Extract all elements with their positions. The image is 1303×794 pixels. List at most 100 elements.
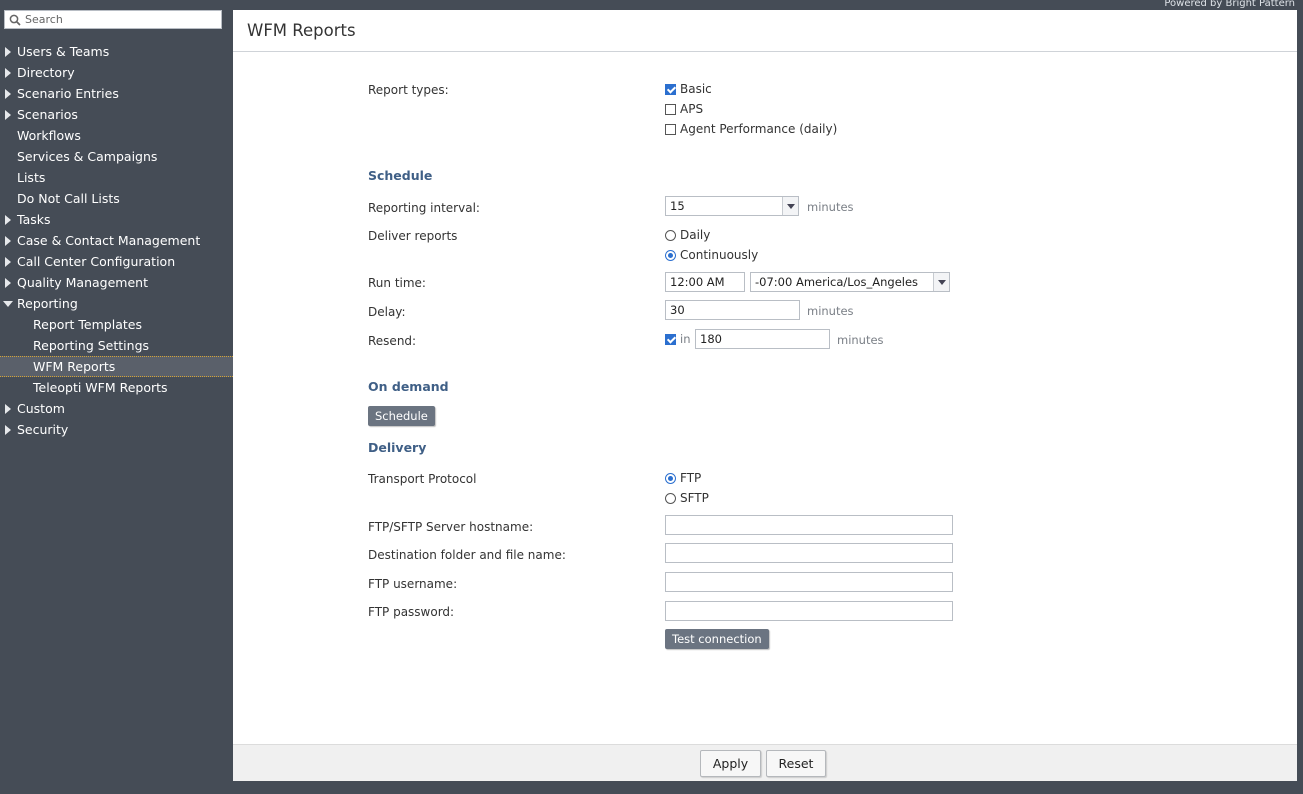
delay-input[interactable]: 30	[665, 300, 800, 320]
sidebar-item-label: Case & Contact Management	[17, 233, 201, 248]
sidebar-item-lists[interactable]: Lists	[0, 167, 233, 188]
ftp-username-label: FTP username:	[368, 577, 458, 591]
report-type-agent-performance[interactable]: Agent Performance (daily)	[665, 122, 837, 136]
daily-radio[interactable]	[665, 229, 676, 241]
page-title: WFM Reports	[233, 10, 1297, 52]
schedule-button[interactable]: Schedule	[368, 406, 435, 426]
transport-protocol-label: Transport Protocol	[368, 472, 477, 486]
sidebar-item-label: Quality Management	[17, 275, 148, 290]
sidebar-item-wfm-reports[interactable]: WFM Reports	[0, 356, 233, 377]
sftp-label: SFTP	[680, 491, 709, 505]
hostname-label: FTP/SFTP Server hostname:	[368, 520, 534, 534]
reporting-interval-value: 15	[670, 199, 685, 213]
ftp-password-label: FTP password:	[368, 605, 455, 619]
sidebar: Users & Teams Directory Scenario Entries…	[0, 0, 233, 794]
ftp-username-input[interactable]	[665, 572, 953, 592]
expand-arrow-icon	[5, 68, 11, 78]
resend-in-label: in	[680, 332, 691, 346]
resend-input[interactable]: 180	[695, 329, 830, 349]
sidebar-item-do-not-call-lists[interactable]: Do Not Call Lists	[0, 188, 233, 209]
delay-label: Delay:	[368, 305, 406, 319]
on-demand-heading: On demand	[368, 379, 449, 394]
reporting-interval-select[interactable]: 15	[665, 196, 799, 216]
footer-bar: Apply Reset	[233, 744, 1297, 781]
schedule-heading: Schedule	[368, 168, 433, 183]
basic-checkbox[interactable]	[665, 83, 676, 95]
sidebar-item-label: Users & Teams	[17, 44, 110, 59]
expand-arrow-icon	[5, 236, 11, 246]
expand-arrow-icon	[5, 404, 11, 414]
apply-button[interactable]: Apply	[700, 750, 761, 777]
timezone-select[interactable]: -07:00 America/Los_Angeles	[750, 272, 950, 292]
sidebar-item-tasks[interactable]: Tasks	[0, 209, 233, 230]
reporting-interval-label: Reporting interval:	[368, 201, 480, 215]
sidebar-item-custom[interactable]: Custom	[0, 398, 233, 419]
aps-label: APS	[680, 102, 704, 116]
protocol-ftp-option[interactable]: FTP	[665, 471, 701, 485]
sidebar-item-teleopti-wfm-reports[interactable]: Teleopti WFM Reports	[0, 377, 233, 398]
search-input[interactable]	[21, 11, 221, 28]
ftp-password-input[interactable]	[665, 601, 953, 621]
daily-label: Daily	[680, 228, 711, 242]
expand-arrow-icon	[5, 425, 11, 435]
sidebar-item-label: Directory	[17, 65, 75, 80]
sidebar-item-label: Teleopti WFM Reports	[33, 380, 168, 395]
sidebar-item-label: Scenario Entries	[17, 86, 119, 101]
report-type-basic[interactable]: Basic	[665, 82, 712, 96]
run-time-input[interactable]: 12:00 AM	[665, 272, 745, 292]
timezone-value: -07:00 America/Los_Angeles	[755, 275, 919, 289]
sidebar-item-services-campaigns[interactable]: Services & Campaigns	[0, 146, 233, 167]
search-box[interactable]	[4, 10, 222, 29]
expand-arrow-icon	[5, 278, 11, 288]
delay-unit: minutes	[807, 304, 854, 318]
sftp-radio[interactable]	[665, 492, 676, 504]
deliver-continuously-option[interactable]: Continuously	[665, 248, 758, 262]
protocol-sftp-option[interactable]: SFTP	[665, 491, 709, 505]
ftp-radio[interactable]	[665, 472, 676, 484]
continuously-radio[interactable]	[665, 249, 676, 261]
sidebar-item-quality-management[interactable]: Quality Management	[0, 272, 233, 293]
deliver-daily-option[interactable]: Daily	[665, 228, 710, 242]
sidebar-item-report-templates[interactable]: Report Templates	[0, 314, 233, 335]
sidebar-item-label: Do Not Call Lists	[17, 191, 120, 206]
reporting-interval-unit: minutes	[807, 200, 854, 214]
aps-checkbox[interactable]	[665, 103, 676, 115]
chevron-down-icon[interactable]	[782, 197, 798, 215]
agent-performance-checkbox[interactable]	[665, 123, 676, 135]
sidebar-item-security[interactable]: Security	[0, 419, 233, 440]
main-panel: WFM Reports Report types: Basic APS Agen…	[233, 10, 1297, 781]
sidebar-item-label: Lists	[17, 170, 46, 185]
sidebar-item-workflows[interactable]: Workflows	[0, 125, 233, 146]
ftp-label: FTP	[680, 471, 702, 485]
sidebar-item-call-center-configuration[interactable]: Call Center Configuration	[0, 251, 233, 272]
sidebar-item-case-contact-management[interactable]: Case & Contact Management	[0, 230, 233, 251]
destination-folder-input[interactable]	[665, 543, 953, 563]
sidebar-item-label: WFM Reports	[33, 359, 116, 374]
continuously-label: Continuously	[680, 248, 759, 262]
test-connection-button[interactable]: Test connection	[665, 629, 769, 649]
sidebar-item-scenarios[interactable]: Scenarios	[0, 104, 233, 125]
resend-option[interactable]: in	[665, 332, 690, 346]
chevron-down-icon[interactable]	[933, 273, 949, 291]
destination-folder-label: Destination folder and file name:	[368, 548, 566, 562]
sidebar-item-reporting-settings[interactable]: Reporting Settings	[0, 335, 233, 356]
sidebar-item-directory[interactable]: Directory	[0, 62, 233, 83]
sidebar-item-label: Scenarios	[17, 107, 78, 122]
run-time-label: Run time:	[368, 276, 426, 290]
sidebar-item-label: Report Templates	[33, 317, 142, 332]
report-type-aps[interactable]: APS	[665, 102, 703, 116]
sidebar-item-scenario-entries[interactable]: Scenario Entries	[0, 83, 233, 104]
sidebar-item-label: Security	[17, 422, 69, 437]
delivery-heading: Delivery	[368, 440, 427, 455]
agent-performance-label: Agent Performance (daily)	[680, 122, 838, 136]
expand-arrow-icon	[5, 110, 11, 120]
deliver-reports-label: Deliver reports	[368, 229, 458, 243]
resend-checkbox[interactable]	[665, 333, 676, 345]
resend-unit: minutes	[837, 333, 884, 347]
sidebar-item-label: Reporting	[17, 296, 78, 311]
hostname-input[interactable]	[665, 515, 953, 535]
expand-arrow-icon	[5, 215, 11, 225]
sidebar-item-reporting[interactable]: Reporting	[0, 293, 233, 314]
sidebar-item-users-teams[interactable]: Users & Teams	[0, 41, 233, 62]
reset-button[interactable]: Reset	[766, 750, 826, 777]
